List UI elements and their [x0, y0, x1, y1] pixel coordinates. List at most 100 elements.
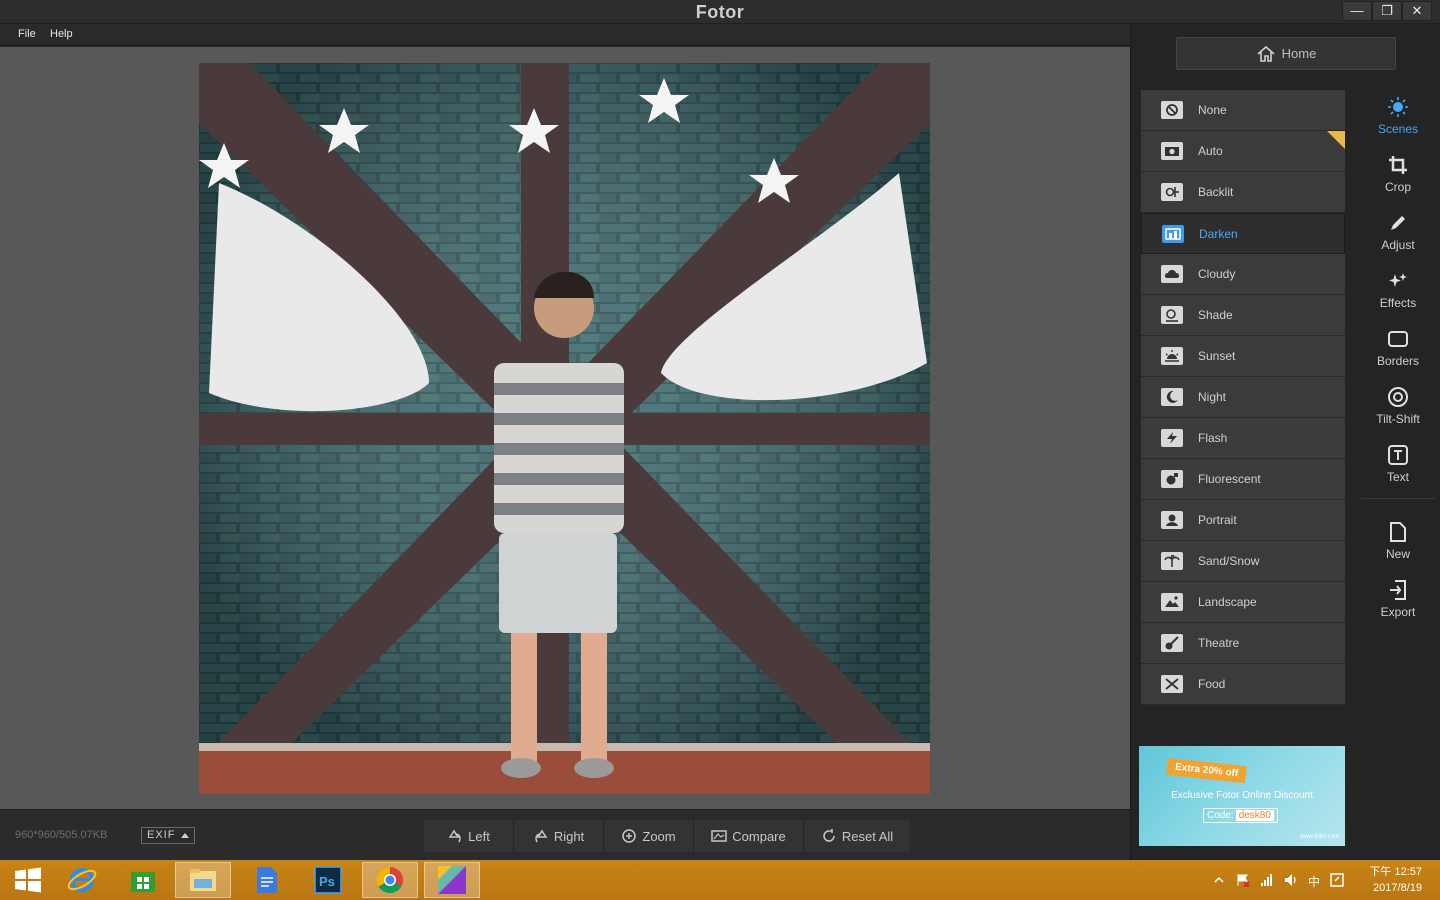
scene-label: Darken: [1199, 226, 1238, 241]
ad-code: Code: desk80: [1203, 808, 1278, 823]
nav-text-label: Text: [1386, 470, 1409, 484]
scene-item-landscape[interactable]: Landscape: [1141, 582, 1345, 623]
compare-label: Compare: [732, 828, 786, 844]
nav-adjust-label: Adjust: [1381, 238, 1415, 252]
menu-file[interactable]: File: [18, 28, 36, 40]
exif-button[interactable]: EXIF: [141, 827, 195, 844]
nav-adjust[interactable]: Adjust: [1359, 212, 1437, 252]
exif-label: EXIF: [147, 829, 176, 841]
nav-scenes[interactable]: Scenes: [1359, 96, 1437, 136]
scene-label: None: [1198, 103, 1227, 117]
scene-label: Sunset: [1198, 349, 1236, 363]
signal-icon[interactable]: [1260, 873, 1274, 887]
darken-icon: [1162, 224, 1184, 243]
taskbar-fotor[interactable]: [424, 862, 480, 898]
scene-label: Food: [1198, 677, 1226, 691]
compare-icon: [711, 830, 728, 842]
clock-time: 下午 12:57: [1369, 866, 1422, 878]
nav-tilt-shift[interactable]: Tilt-Shift: [1359, 386, 1437, 426]
discount-banner[interactable]: Extra 20% off Exclusive Fotor Online Dis…: [1139, 746, 1345, 846]
scene-item-portrait[interactable]: Portrait: [1141, 500, 1345, 541]
crop-icon: [1389, 156, 1407, 174]
clock-date: 2017/8/19: [1373, 882, 1422, 894]
border-icon: [1388, 331, 1408, 347]
scene-item-shade[interactable]: Shade: [1141, 295, 1345, 336]
pencil-icon: [1391, 216, 1405, 230]
menu-bar: File Help: [0, 24, 1130, 46]
scene-item-none[interactable]: None: [1141, 90, 1345, 131]
scene-item-night[interactable]: Night: [1141, 377, 1345, 418]
nav-export[interactable]: Export: [1359, 579, 1437, 619]
tray-expand-icon[interactable]: [1212, 873, 1226, 887]
volume-icon[interactable]: [1284, 873, 1298, 887]
nav-new[interactable]: New: [1359, 521, 1437, 561]
taskbar-store[interactable]: [115, 862, 171, 898]
scene-item-darken[interactable]: Darken: [1141, 213, 1345, 254]
svg-text:Ps: Ps: [319, 874, 335, 889]
reset-all-button[interactable]: Reset All: [804, 820, 910, 852]
sparkle-icon: [1389, 273, 1407, 287]
scene-label: Portrait: [1198, 513, 1237, 527]
folder-icon: [190, 869, 216, 891]
nav-export-label: Export: [1380, 605, 1416, 619]
windows-taskbar: Ps 中 下午 12:57 2017/8/19: [0, 860, 1440, 900]
nav-scenes-label: Scenes: [1377, 122, 1419, 136]
ad-text: Exclusive Fotor Online Discount: [1171, 790, 1313, 801]
taskbar-chrome[interactable]: [362, 862, 418, 898]
home-button[interactable]: Home: [1176, 37, 1396, 70]
nav-effects[interactable]: Effects: [1359, 270, 1437, 310]
right-panel: Home None Auto Backlit Darken Cloudy Shade Sun…: [1130, 24, 1440, 860]
nav-crop-label: Crop: [1384, 180, 1411, 194]
edit-tool-group: Left Right Zoom Compare Reset All: [424, 820, 910, 852]
rotate-left-button[interactable]: Left: [424, 820, 514, 852]
zoom-button[interactable]: Zoom: [604, 820, 694, 852]
ime-indicator[interactable]: 中: [1308, 873, 1320, 890]
guitar-icon: [1161, 634, 1183, 652]
scene-item-theatre[interactable]: Theatre: [1141, 623, 1345, 664]
scene-item-cloudy[interactable]: Cloudy: [1141, 254, 1345, 295]
app-title: Fotor: [695, 2, 745, 22]
taskbar-clock[interactable]: 下午 12:57 2017/8/19: [1369, 864, 1422, 896]
action-center-icon[interactable]: [1330, 873, 1344, 887]
flag-icon[interactable]: [1236, 873, 1250, 887]
taskbar-docs[interactable]: [239, 862, 295, 898]
start-button[interactable]: [0, 862, 56, 898]
scene-item-sand-snow[interactable]: Sand/Snow: [1141, 541, 1345, 582]
photo-image[interactable]: [199, 63, 930, 794]
scene-item-backlit[interactable]: Backlit: [1141, 172, 1345, 213]
palm-icon: [1161, 552, 1183, 570]
rotate-right-button[interactable]: Right: [514, 820, 604, 852]
title-bar: Fotor — ❐ ✕: [0, 0, 1440, 24]
scene-item-auto[interactable]: Auto: [1141, 131, 1345, 172]
backlit-icon: [1161, 183, 1183, 201]
scene-item-fluorescent[interactable]: Fluorescent: [1141, 459, 1345, 500]
nav-text[interactable]: Text: [1359, 444, 1437, 484]
scene-item-flash[interactable]: Flash: [1141, 418, 1345, 459]
flash-icon: [1161, 429, 1183, 447]
menu-help[interactable]: Help: [50, 28, 73, 40]
sunset-icon: [1161, 347, 1183, 365]
nav-borders[interactable]: Borders: [1359, 328, 1437, 368]
taskbar-explorer[interactable]: [175, 862, 231, 898]
close-button[interactable]: ✕: [1402, 1, 1432, 21]
taskbar-ie[interactable]: [54, 862, 110, 898]
ad-code-value: desk80: [1235, 810, 1274, 821]
scene-label: Backlit: [1198, 185, 1234, 199]
nav-crop[interactable]: Crop: [1359, 154, 1437, 194]
scene-item-sunset[interactable]: Sunset: [1141, 336, 1345, 377]
scene-label: Fluorescent: [1198, 472, 1261, 486]
zoom-label: Zoom: [642, 828, 676, 844]
restore-button[interactable]: ❐: [1372, 1, 1402, 21]
windows-logo-icon: [15, 867, 41, 893]
taskbar-photoshop[interactable]: Ps: [300, 862, 356, 898]
zoom-icon: [622, 829, 637, 843]
new-file-icon: [1390, 522, 1406, 542]
ad-badge: Extra 20% off: [1166, 757, 1248, 784]
scene-item-food[interactable]: Food: [1141, 664, 1345, 705]
minimize-button[interactable]: —: [1342, 1, 1372, 21]
premium-star-icon: [1327, 131, 1345, 149]
compare-button[interactable]: Compare: [694, 820, 804, 852]
home-icon: [1257, 45, 1275, 62]
bulb-icon: [1161, 470, 1183, 488]
nav-new-label: New: [1385, 547, 1410, 561]
